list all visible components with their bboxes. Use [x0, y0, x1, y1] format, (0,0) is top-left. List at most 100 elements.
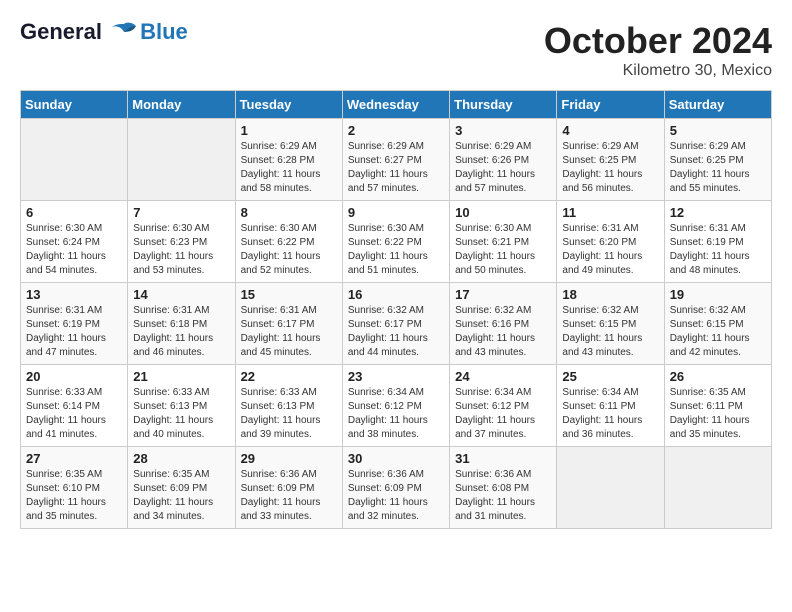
calendar-cell: 29 Sunrise: 6:36 AM Sunset: 6:09 PM Dayli… — [235, 447, 342, 529]
calendar-cell: 15 Sunrise: 6:31 AM Sunset: 6:17 PM Dayli… — [235, 283, 342, 365]
calendar-cell: 11Sunrise: 6:31 AM Sunset: 6:20 PM Dayli… — [557, 201, 664, 283]
day-info: Sunrise: 6:34 AM Sunset: 6:11 PM Dayligh… — [562, 386, 658, 442]
calendar-cell: 22Sunrise: 6:33 AM Sunset: 6:13 PM Dayli… — [235, 365, 342, 447]
calendar-cell: 21Sunrise: 6:33 AM Sunset: 6:13 PM Dayli… — [128, 365, 235, 447]
day-number: 18 — [562, 287, 658, 302]
calendar-week-row: 13 Sunrise: 6:31 AM Sunset: 6:19 PM Dayli… — [21, 283, 772, 365]
day-number: 2 — [348, 123, 444, 138]
calendar-cell: 1 Sunrise: 6:29 AM Sunset: 6:28 PM Daylig… — [235, 119, 342, 201]
day-number: 12 — [670, 205, 766, 220]
day-info: Sunrise: 6:29 AM Sunset: 6:25 PM Dayligh… — [562, 140, 658, 196]
calendar-cell: 3 Sunrise: 6:29 AM Sunset: 6:26 PM Daylig… — [450, 119, 557, 201]
day-header-friday: Friday — [557, 91, 664, 119]
day-info: Sunrise: 6:36 AM Sunset: 6:09 PM Dayligh… — [241, 468, 337, 524]
day-info: Sunrise: 6:30 AM Sunset: 6:22 PM Dayligh… — [241, 222, 337, 278]
calendar-week-row: 27 Sunrise: 6:35 AM Sunset: 6:10 PM Dayli… — [21, 447, 772, 529]
day-info: Sunrise: 6:31 AM Sunset: 6:19 PM Dayligh… — [670, 222, 766, 278]
logo-bird-icon — [110, 22, 138, 44]
calendar-header-row: SundayMondayTuesdayWednesdayThursdayFrid… — [21, 91, 772, 119]
day-number: 25 — [562, 369, 658, 384]
calendar-cell: 9 Sunrise: 6:30 AM Sunset: 6:22 PM Daylig… — [342, 201, 449, 283]
calendar-cell: 30 Sunrise: 6:36 AM Sunset: 6:09 PM Dayli… — [342, 447, 449, 529]
day-info: Sunrise: 6:30 AM Sunset: 6:22 PM Dayligh… — [348, 222, 444, 278]
calendar-cell: 7Sunrise: 6:30 AM Sunset: 6:23 PM Daylig… — [128, 201, 235, 283]
logo-text: General — [20, 20, 138, 44]
calendar-cell — [21, 119, 128, 201]
day-number: 29 — [241, 451, 337, 466]
calendar-week-row: 6Sunrise: 6:30 AM Sunset: 6:24 PM Daylig… — [21, 201, 772, 283]
day-info: Sunrise: 6:36 AM Sunset: 6:09 PM Dayligh… — [348, 468, 444, 524]
day-info: Sunrise: 6:30 AM Sunset: 6:23 PM Dayligh… — [133, 222, 229, 278]
calendar-cell: 28 Sunrise: 6:35 AM Sunset: 6:09 PM Dayli… — [128, 447, 235, 529]
day-number: 15 — [241, 287, 337, 302]
calendar-cell: 6Sunrise: 6:30 AM Sunset: 6:24 PM Daylig… — [21, 201, 128, 283]
day-header-thursday: Thursday — [450, 91, 557, 119]
day-info: Sunrise: 6:31 AM Sunset: 6:19 PM Dayligh… — [26, 304, 122, 360]
day-number: 14 — [133, 287, 229, 302]
calendar-cell — [664, 447, 771, 529]
calendar-cell: 26Sunrise: 6:35 AM Sunset: 6:11 PM Dayli… — [664, 365, 771, 447]
calendar-cell: 12 Sunrise: 6:31 AM Sunset: 6:19 PM Dayli… — [664, 201, 771, 283]
calendar-cell: 13 Sunrise: 6:31 AM Sunset: 6:19 PM Dayli… — [21, 283, 128, 365]
calendar-cell: 17 Sunrise: 6:32 AM Sunset: 6:16 PM Dayli… — [450, 283, 557, 365]
day-number: 4 — [562, 123, 658, 138]
calendar-cell: 14Sunrise: 6:31 AM Sunset: 6:18 PM Dayli… — [128, 283, 235, 365]
day-number: 23 — [348, 369, 444, 384]
day-number: 1 — [241, 123, 337, 138]
day-info: Sunrise: 6:31 AM Sunset: 6:20 PM Dayligh… — [562, 222, 658, 278]
day-number: 19 — [670, 287, 766, 302]
day-number: 30 — [348, 451, 444, 466]
day-number: 13 — [26, 287, 122, 302]
calendar-cell: 4 Sunrise: 6:29 AM Sunset: 6:25 PM Daylig… — [557, 119, 664, 201]
day-number: 31 — [455, 451, 551, 466]
day-info: Sunrise: 6:35 AM Sunset: 6:09 PM Dayligh… — [133, 468, 229, 524]
day-info: Sunrise: 6:29 AM Sunset: 6:26 PM Dayligh… — [455, 140, 551, 196]
day-info: Sunrise: 6:29 AM Sunset: 6:27 PM Dayligh… — [348, 140, 444, 196]
day-info: Sunrise: 6:32 AM Sunset: 6:15 PM Dayligh… — [562, 304, 658, 360]
calendar-cell: 19Sunrise: 6:32 AM Sunset: 6:15 PM Dayli… — [664, 283, 771, 365]
calendar-cell: 8 Sunrise: 6:30 AM Sunset: 6:22 PM Daylig… — [235, 201, 342, 283]
calendar-week-row: 1 Sunrise: 6:29 AM Sunset: 6:28 PM Daylig… — [21, 119, 772, 201]
calendar-table: SundayMondayTuesdayWednesdayThursdayFrid… — [20, 90, 772, 529]
day-info: Sunrise: 6:30 AM Sunset: 6:21 PM Dayligh… — [455, 222, 551, 278]
day-number: 24 — [455, 369, 551, 384]
calendar-cell: 2 Sunrise: 6:29 AM Sunset: 6:27 PM Daylig… — [342, 119, 449, 201]
day-info: Sunrise: 6:31 AM Sunset: 6:17 PM Dayligh… — [241, 304, 337, 360]
calendar-week-row: 20Sunrise: 6:33 AM Sunset: 6:14 PM Dayli… — [21, 365, 772, 447]
calendar-cell: 24 Sunrise: 6:34 AM Sunset: 6:12 PM Dayli… — [450, 365, 557, 447]
day-number: 8 — [241, 205, 337, 220]
day-number: 9 — [348, 205, 444, 220]
day-header-sunday: Sunday — [21, 91, 128, 119]
day-info: Sunrise: 6:34 AM Sunset: 6:12 PM Dayligh… — [348, 386, 444, 442]
day-info: Sunrise: 6:34 AM Sunset: 6:12 PM Dayligh… — [455, 386, 551, 442]
page-header: General Blue October 2024 Kilometro 30, … — [20, 20, 772, 80]
calendar-cell: 5Sunrise: 6:29 AM Sunset: 6:25 PM Daylig… — [664, 119, 771, 201]
day-number: 5 — [670, 123, 766, 138]
day-info: Sunrise: 6:30 AM Sunset: 6:24 PM Dayligh… — [26, 222, 122, 278]
day-number: 17 — [455, 287, 551, 302]
day-number: 22 — [241, 369, 337, 384]
location-title: Kilometro 30, Mexico — [544, 62, 772, 80]
day-number: 28 — [133, 451, 229, 466]
day-number: 3 — [455, 123, 551, 138]
title-block: October 2024 Kilometro 30, Mexico — [544, 20, 772, 80]
day-number: 26 — [670, 369, 766, 384]
day-header-saturday: Saturday — [664, 91, 771, 119]
day-info: Sunrise: 6:29 AM Sunset: 6:28 PM Dayligh… — [241, 140, 337, 196]
calendar-body: 1 Sunrise: 6:29 AM Sunset: 6:28 PM Daylig… — [21, 119, 772, 529]
calendar-cell: 20Sunrise: 6:33 AM Sunset: 6:14 PM Dayli… — [21, 365, 128, 447]
day-number: 27 — [26, 451, 122, 466]
calendar-cell: 27 Sunrise: 6:35 AM Sunset: 6:10 PM Dayli… — [21, 447, 128, 529]
calendar-cell: 10Sunrise: 6:30 AM Sunset: 6:21 PM Dayli… — [450, 201, 557, 283]
calendar-cell: 18 Sunrise: 6:32 AM Sunset: 6:15 PM Dayli… — [557, 283, 664, 365]
day-info: Sunrise: 6:33 AM Sunset: 6:13 PM Dayligh… — [133, 386, 229, 442]
day-header-tuesday: Tuesday — [235, 91, 342, 119]
day-header-monday: Monday — [128, 91, 235, 119]
calendar-cell: 23 Sunrise: 6:34 AM Sunset: 6:12 PM Dayli… — [342, 365, 449, 447]
day-number: 16 — [348, 287, 444, 302]
day-info: Sunrise: 6:35 AM Sunset: 6:10 PM Dayligh… — [26, 468, 122, 524]
day-info: Sunrise: 6:32 AM Sunset: 6:16 PM Dayligh… — [455, 304, 551, 360]
day-info: Sunrise: 6:36 AM Sunset: 6:08 PM Dayligh… — [455, 468, 551, 524]
month-title: October 2024 — [544, 20, 772, 62]
day-info: Sunrise: 6:32 AM Sunset: 6:17 PM Dayligh… — [348, 304, 444, 360]
